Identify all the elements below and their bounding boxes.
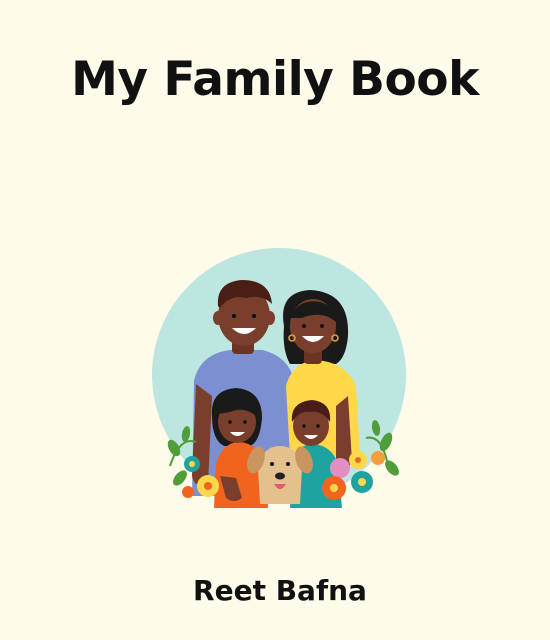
family-illustration (150, 246, 410, 511)
book-author: Reet Bafna (193, 574, 367, 607)
book-title: My Family Book (71, 52, 479, 107)
family-portrait-icon (152, 248, 406, 508)
